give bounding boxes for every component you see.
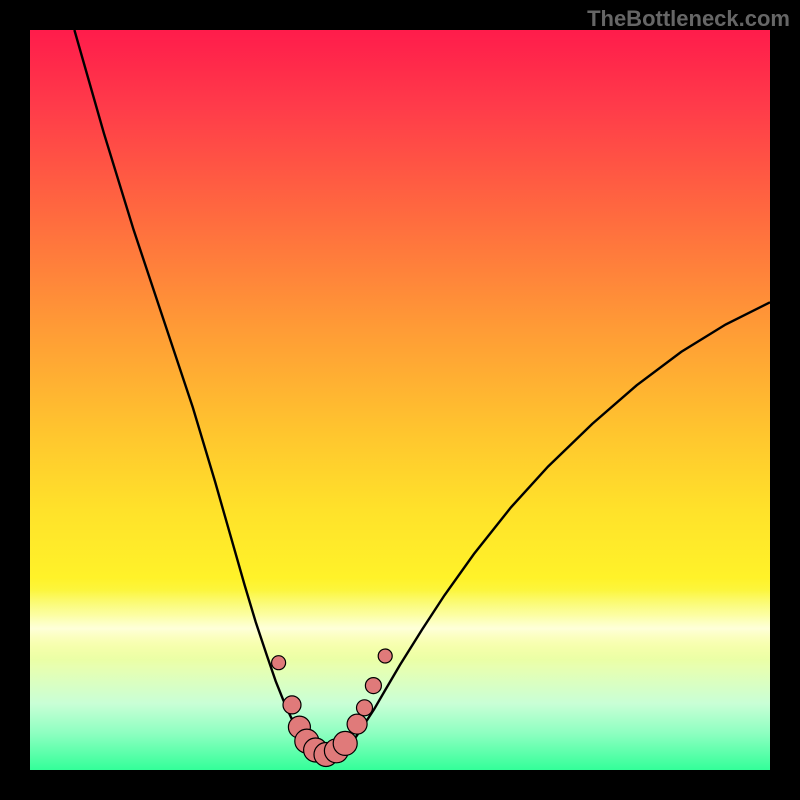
valley-marker: [272, 656, 286, 670]
watermark-text: TheBottleneck.com: [587, 6, 790, 32]
curve-layer: [30, 30, 770, 770]
valley-marker: [283, 696, 301, 714]
valley-marker: [365, 678, 381, 694]
chart-root: TheBottleneck.com: [0, 0, 800, 800]
curve-left-branch: [74, 30, 311, 752]
plot-area: [30, 30, 770, 770]
valley-marker: [378, 649, 392, 663]
valley-marker: [357, 700, 373, 716]
valley-marker: [333, 731, 357, 755]
curve-right-branch: [341, 302, 770, 752]
valley-marker: [347, 714, 367, 734]
